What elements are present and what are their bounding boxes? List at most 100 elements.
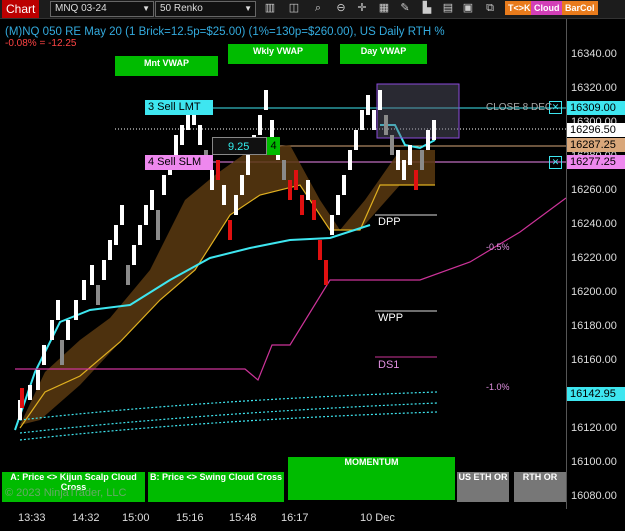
pct-minus-half-label: -0.5% [486, 242, 510, 252]
momentum-button[interactable]: MOMENTUM [288, 457, 455, 500]
pct-minus-one-label: -1.0% [486, 382, 510, 392]
price-marker: 16277.25 [567, 155, 625, 169]
renko-brick [354, 130, 358, 150]
chevron-down-icon: ▼ [244, 4, 252, 13]
ds1-label: DS1 [378, 359, 400, 371]
time-tick: 15:48 [229, 512, 257, 524]
renko-brick [408, 145, 412, 165]
copyright-text: © 2023 NinjaTrader, LLC [5, 487, 127, 499]
renko-brick [300, 195, 304, 215]
weekly-vwap-button[interactable]: Wkly VWAP [228, 44, 328, 64]
position-pnl[interactable]: 9.25 [212, 137, 267, 155]
price-tick: 16340.00 [571, 48, 617, 60]
renko-brick [396, 150, 400, 170]
draw-icon[interactable]: ✎ [398, 1, 412, 15]
chevron-down-icon: ▼ [142, 4, 150, 13]
price-marker: 16142.95 [567, 387, 625, 401]
bars-icon[interactable]: ▥ [263, 1, 277, 15]
us-eth-or-button[interactable]: US ETH OR [457, 472, 509, 502]
renko-brick [42, 345, 46, 365]
renko-brick [330, 215, 334, 235]
sell-stop-order[interactable]: 4 Sell SLM [145, 155, 213, 170]
tk-toggle-button[interactable]: T<>K [505, 1, 534, 15]
renko-brick [414, 170, 418, 190]
deviation-band [19, 411, 438, 441]
time-tick: 16:17 [281, 512, 309, 524]
chart-toolbar: Chart MNQ 03-24 ▼ 50 Renko ▼ ▥ ◫ ⌕ ⊖ ✛ ▦… [0, 0, 625, 19]
renko-brick [360, 110, 364, 130]
price-axis[interactable]: 16340.0016320.0016300.0016280.0016260.00… [566, 19, 625, 509]
renko-brick [36, 370, 40, 390]
rth-label: RTH OR [522, 472, 558, 482]
renko-brick [306, 180, 310, 200]
zoom-icon[interactable]: ⌕ [311, 1, 325, 15]
price-chart-canvas[interactable] [0, 19, 566, 509]
renko-brick [288, 180, 292, 200]
renko-brick [180, 125, 184, 145]
renko-brick [50, 320, 54, 340]
renko-brick [390, 135, 394, 155]
renko-brick [82, 280, 86, 300]
barcol-toggle-button[interactable]: BarCol [562, 1, 598, 15]
lock-icon[interactable]: ⧉ [483, 1, 497, 15]
renko-brick [174, 135, 178, 155]
instrument-selector[interactable]: MNQ 03-24 ▼ [50, 1, 154, 17]
rth-or-button[interactable]: RTH OR [514, 472, 566, 502]
renko-brick [348, 150, 352, 170]
chart-title: Chart [2, 0, 40, 18]
price-tick: 16080.00 [571, 490, 617, 502]
swing-cloud-cross-button[interactable]: B: Price <> Swing Cloud Cross [148, 472, 284, 502]
scroll-icon[interactable]: ▤ [441, 1, 455, 15]
renko-brick [126, 265, 130, 285]
daily-vwap-button[interactable]: Day VWAP [340, 44, 427, 64]
close-level-label: CLOSE 8 DEC [486, 102, 553, 113]
sell-limit-order[interactable]: 3 Sell LMT [145, 100, 213, 115]
cancel-stop-icon[interactable]: ✕ [549, 156, 562, 169]
renko-brick [56, 300, 60, 320]
kijun-line [19, 184, 435, 429]
crosshair-icon[interactable]: ✛ [355, 1, 369, 15]
renko-brick [198, 125, 202, 145]
price-tick: 16320.00 [571, 82, 617, 94]
deviation-band [19, 402, 438, 434]
renko-brick [234, 195, 238, 215]
zoom-out-icon[interactable]: ⊖ [334, 1, 348, 15]
strategy-icon[interactable]: ▙ [420, 1, 434, 15]
price-tick: 16180.00 [571, 320, 617, 332]
renko-brick [102, 260, 106, 280]
time-tick: 13:33 [18, 512, 46, 524]
bar-type-value: 50 Renko [160, 3, 203, 14]
renko-brick [228, 220, 232, 240]
renko-brick [312, 200, 316, 220]
renko-brick [114, 225, 118, 245]
properties-icon[interactable]: ▦ [377, 1, 391, 15]
monthly-vwap-button[interactable]: Mnt VWAP [115, 56, 218, 76]
renko-brick [210, 170, 214, 190]
renko-brick [336, 195, 340, 215]
us-eth-label: US ETH OR [458, 472, 508, 482]
renko-brick [246, 155, 250, 175]
renko-brick [74, 300, 78, 320]
deviation-band [19, 391, 438, 421]
renko-brick [420, 150, 424, 170]
swing-label: B: Price <> Swing Cloud Cross [149, 472, 283, 482]
instrument-value: MNQ 03-24 [55, 3, 107, 14]
renko-brick [318, 240, 322, 260]
renko-brick [342, 175, 346, 195]
settings-icon[interactable]: ▣ [461, 1, 475, 15]
cloud-toggle-button[interactable]: Cloud [531, 1, 563, 15]
renko-brick [324, 260, 328, 285]
renko-brick [282, 160, 286, 180]
renko-brick [120, 205, 124, 225]
wpp-label: WPP [378, 312, 404, 324]
bar-type-selector[interactable]: 50 Renko ▼ [155, 1, 256, 17]
price-tick: 16260.00 [571, 184, 617, 196]
daily-change: -0.08% = -12.25 [5, 38, 77, 49]
renko-brick [372, 110, 376, 130]
renko-brick [66, 320, 70, 340]
renko-brick [222, 185, 226, 205]
renko-brick [138, 225, 142, 245]
price-tick: 16120.00 [571, 422, 617, 434]
template-icon[interactable]: ◫ [287, 1, 301, 15]
position-qty[interactable]: 4 [267, 137, 280, 155]
